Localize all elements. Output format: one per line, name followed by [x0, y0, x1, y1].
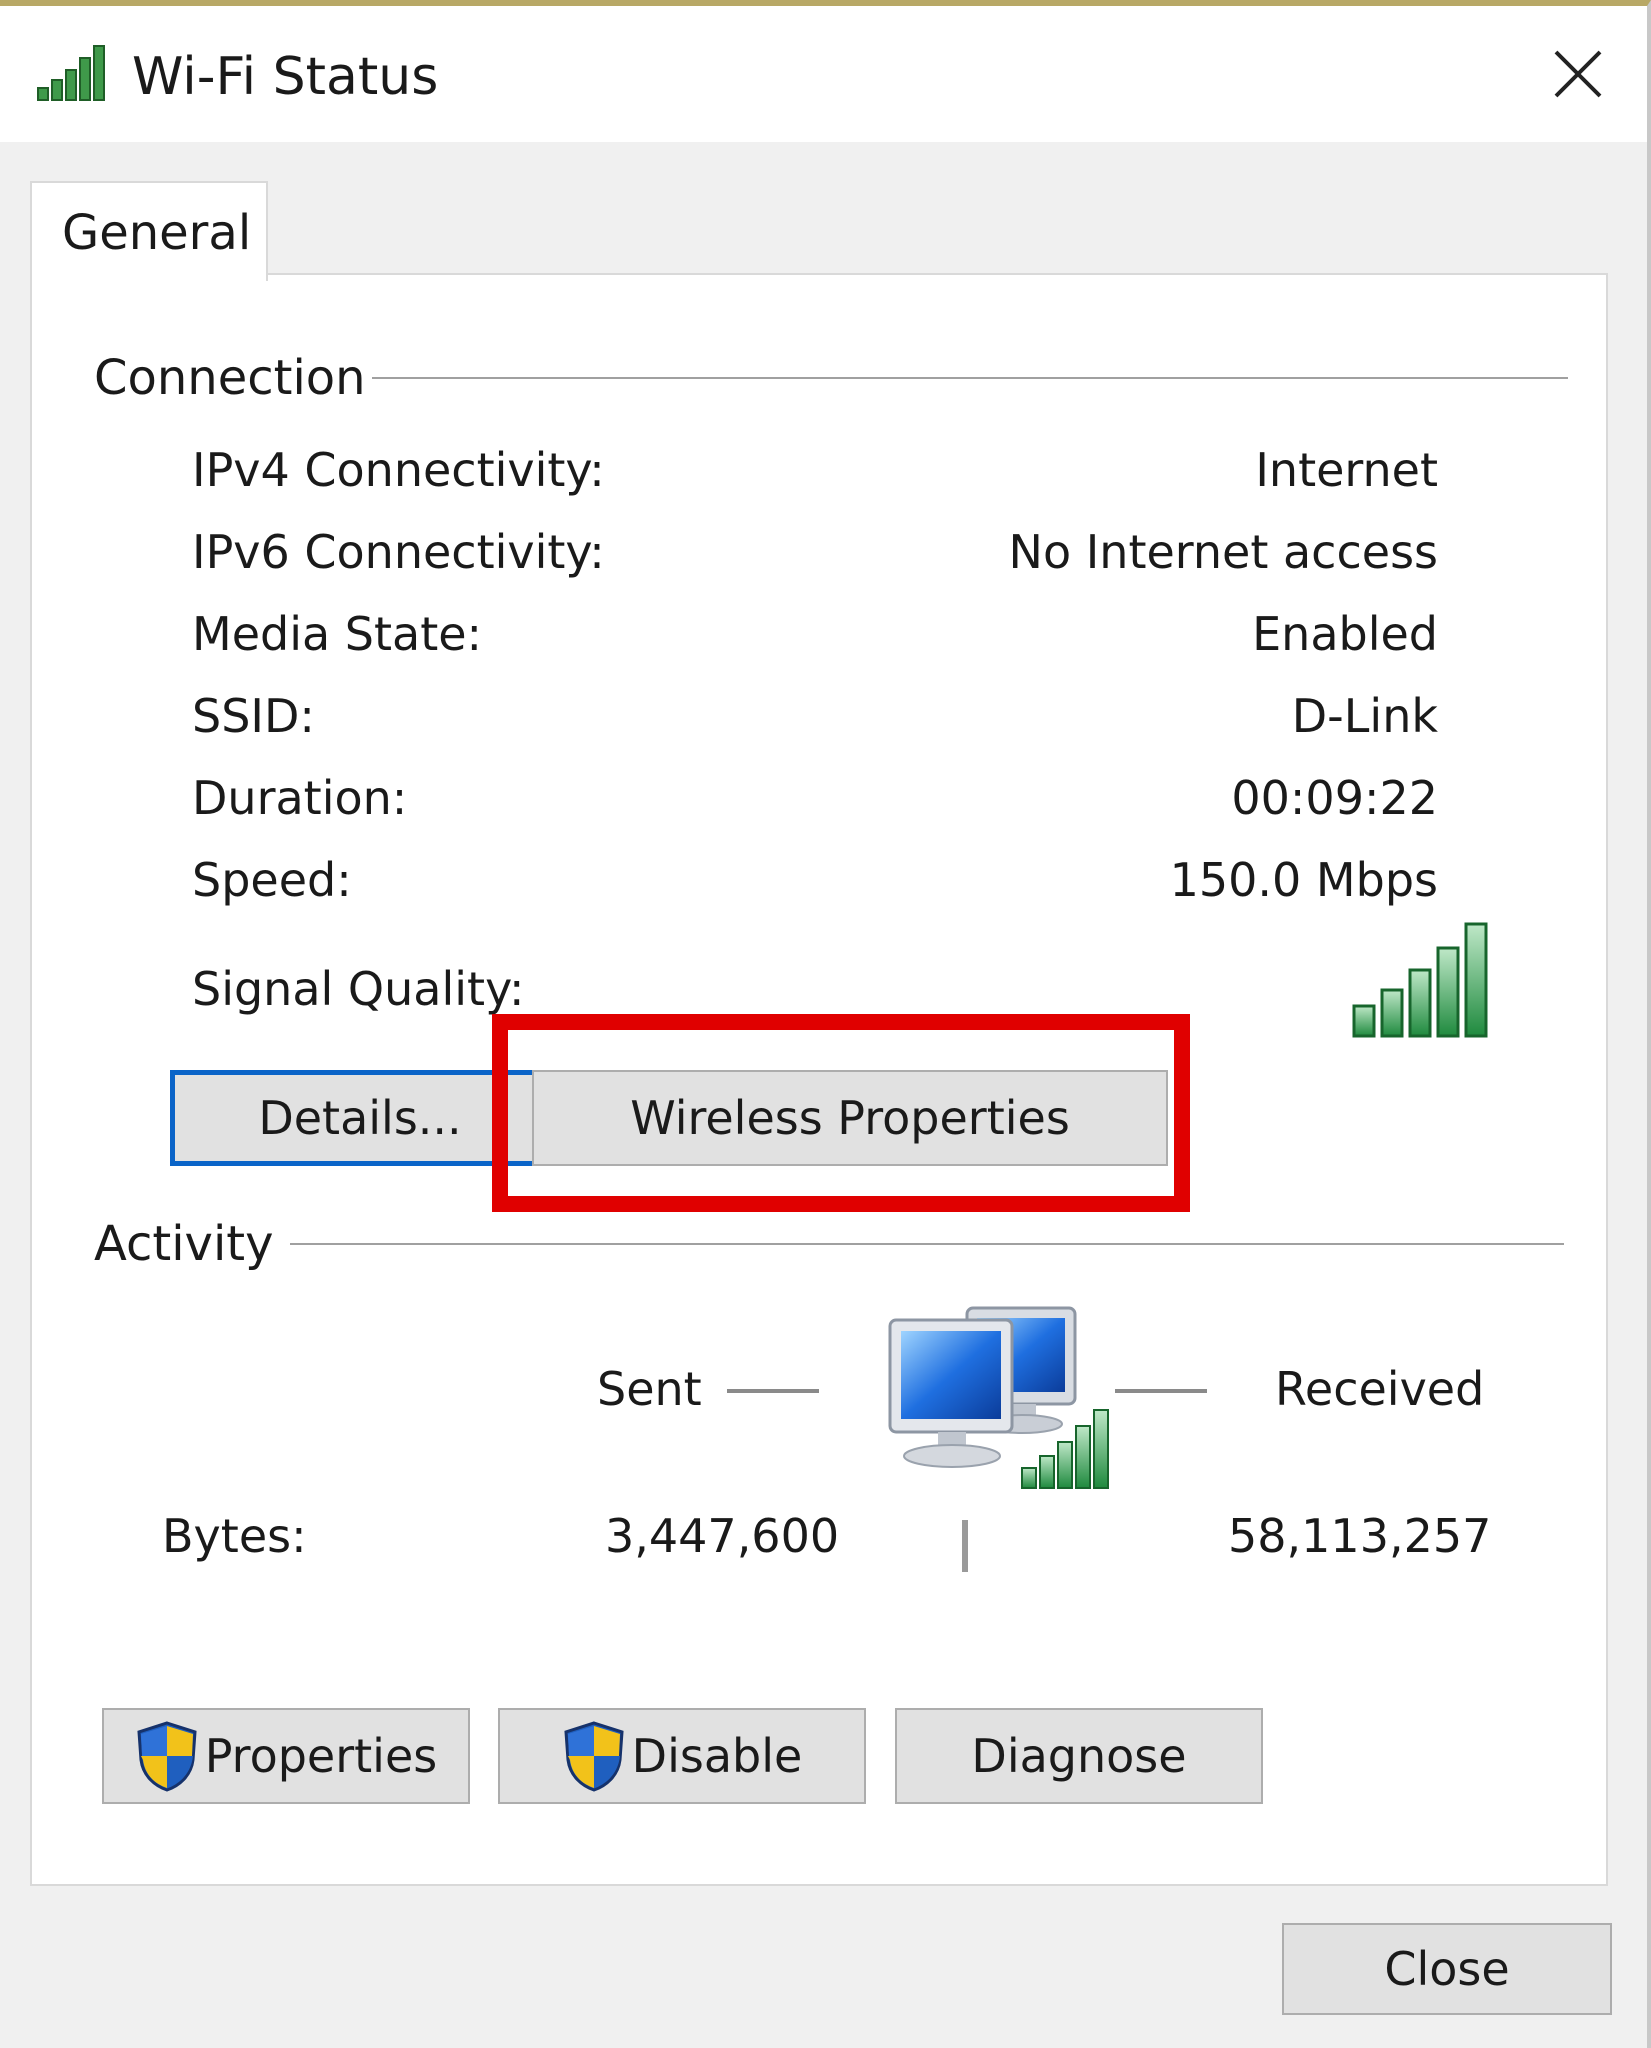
wifi-signal-icon: [37, 45, 105, 101]
uac-shield-icon: [137, 1721, 197, 1792]
bytes-label: Bytes:: [162, 1509, 307, 1563]
general-tab-panel: Connection IPv4 Connectivity: Internet I…: [30, 273, 1608, 1886]
sent-label: Sent: [597, 1362, 702, 1416]
close-icon[interactable]: [1550, 46, 1606, 102]
bytes-separator: [962, 1520, 968, 1572]
ipv4-value: Internet: [1255, 443, 1438, 497]
ssid-label: SSID:: [192, 689, 315, 743]
uac-shield-icon: [564, 1721, 624, 1792]
activity-group-title: Activity: [94, 1211, 274, 1277]
media-state-label: Media State:: [192, 607, 483, 661]
media-state-value: Enabled: [1252, 607, 1438, 661]
window-title: Wi-Fi Status: [132, 47, 439, 107]
details-button[interactable]: Details...: [170, 1070, 550, 1166]
disable-button-label: Disable: [631, 1729, 803, 1783]
received-label: Received: [1275, 1362, 1485, 1416]
received-line: [1115, 1389, 1207, 1393]
close-button[interactable]: Close: [1282, 1923, 1612, 2015]
signal-quality-label: Signal Quality:: [192, 962, 525, 1016]
title-bar: Wi-Fi Status: [0, 6, 1647, 142]
duration-label: Duration:: [192, 771, 408, 825]
properties-button[interactable]: Properties: [102, 1708, 470, 1804]
signal-quality-bars-icon: [1352, 922, 1488, 1038]
network-computers-icon: [888, 1306, 1109, 1489]
speed-label: Speed:: [192, 853, 352, 907]
bytes-sent-value: 3,447,600: [605, 1509, 840, 1563]
diagnose-button[interactable]: Diagnose: [895, 1708, 1263, 1804]
disable-button[interactable]: Disable: [498, 1708, 866, 1804]
duration-value: 00:09:22: [1231, 771, 1438, 825]
tab-general-label: General: [62, 205, 252, 261]
tab-general[interactable]: General: [30, 181, 268, 281]
ipv4-label: IPv4 Connectivity:: [192, 443, 605, 497]
wifi-status-dialog: Wi-Fi Status General Connection IPv4 Con…: [0, 0, 1651, 2048]
properties-button-label: Properties: [204, 1729, 438, 1783]
wireless-properties-button[interactable]: Wireless Properties: [532, 1070, 1168, 1166]
sent-line: [727, 1389, 819, 1393]
bytes-received-value: 58,113,257: [1228, 1509, 1492, 1563]
connection-divider: [372, 377, 1568, 379]
ipv6-value: No Internet access: [1008, 525, 1438, 579]
ssid-value: D-Link: [1291, 689, 1438, 743]
speed-value: 150.0 Mbps: [1169, 853, 1438, 907]
ipv6-label: IPv6 Connectivity:: [192, 525, 605, 579]
activity-divider: [290, 1243, 1564, 1245]
connection-group-title: Connection: [94, 345, 366, 411]
